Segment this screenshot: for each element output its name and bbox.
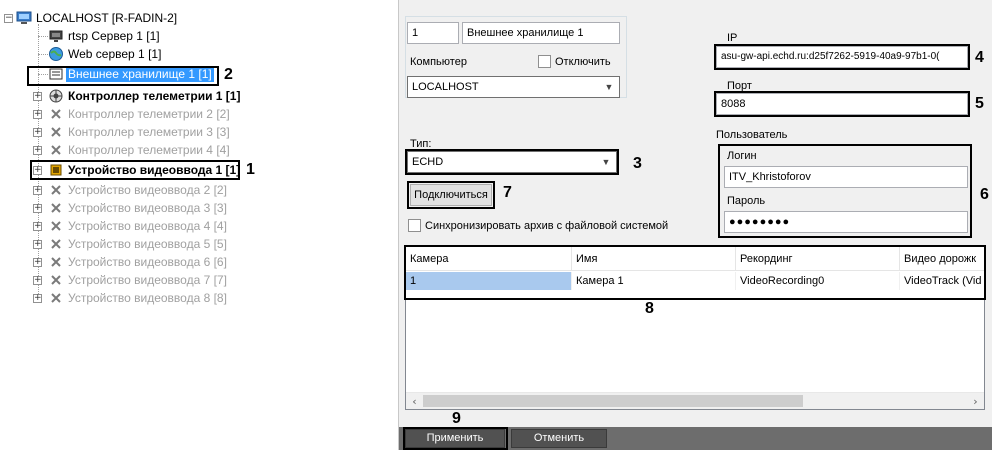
object-tree: − LOCALHOST [R-FADIN-2] rtsp Сервер 1 [1…: [0, 0, 398, 450]
object-name-field[interactable]: Внешнее хранилище 1: [462, 22, 620, 44]
cross-icon: [48, 200, 64, 216]
cross-icon: [48, 254, 64, 270]
tree-item-label: Устройство видеоввода 4 [4]: [68, 219, 227, 233]
expand-icon[interactable]: +: [33, 276, 42, 285]
globe-icon: [48, 46, 64, 62]
tree-item-label: Устройство видеоввода 2 [2]: [68, 183, 227, 197]
expand-icon[interactable]: +: [33, 240, 42, 249]
sync-archive-label: Синхронизировать архив с файловой систем…: [425, 220, 669, 232]
callout-box-6: [718, 144, 972, 238]
tree-item-label: Контроллер телеметрии 3 [3]: [68, 125, 230, 139]
cross-icon: [48, 272, 64, 288]
tree-line: [38, 36, 48, 37]
tree-item[interactable]: Устройство видеоввода 3 [3]: [48, 200, 229, 216]
tree-item-label: rtsp Сервер 1 [1]: [68, 29, 160, 43]
callout-box-8: [404, 245, 986, 300]
expand-icon[interactable]: +: [33, 128, 42, 137]
tree-line: [38, 54, 48, 55]
sync-archive-checkbox[interactable]: [408, 219, 421, 232]
computer-icon: [16, 10, 32, 26]
tree-item[interactable]: Устройство видеоввода 6 [6]: [48, 254, 229, 270]
tree-item[interactable]: Контроллер телеметрии 2 [2]: [48, 106, 232, 122]
tree-item[interactable]: rtsp Сервер 1 [1]: [48, 28, 162, 44]
callout-number-9: 9: [452, 410, 461, 427]
cancel-button[interactable]: Отменить: [511, 429, 607, 448]
callout-box-7: [407, 181, 495, 209]
callout-number-7: 7: [503, 184, 512, 201]
object-id-field[interactable]: 1: [407, 22, 459, 44]
cross-icon: [48, 106, 64, 122]
tree-item[interactable]: Устройство видеоввода 5 [5]: [48, 236, 229, 252]
computer-label: Компьютер: [410, 56, 467, 68]
tree-item[interactable]: Контроллер телеметрии 3 [3]: [48, 124, 232, 140]
callout-box-1: [30, 160, 240, 180]
computer-value: LOCALHOST: [412, 81, 479, 93]
callout-number-4: 4: [975, 49, 984, 66]
expand-icon[interactable]: +: [33, 258, 42, 267]
callout-box-4: [714, 44, 970, 70]
user-label: Пользователь: [716, 129, 788, 141]
callout-number-2: 2: [224, 66, 233, 83]
disable-label: Отключить: [555, 56, 611, 68]
tree-item[interactable]: Устройство видеоввода 4 [4]: [48, 218, 229, 234]
tree-item[interactable]: Web сервер 1 [1]: [48, 46, 163, 62]
tree-item[interactable]: Устройство видеоввода 8 [8]: [48, 290, 229, 306]
callout-box-5: [714, 91, 970, 117]
callout-box-9: [403, 427, 508, 450]
tree-item-label: Контроллер телеметрии 1 [1]: [68, 89, 241, 103]
ip-label: IP: [727, 32, 738, 44]
callout-number-6: 6: [980, 186, 989, 203]
cross-icon: [48, 218, 64, 234]
expand-icon[interactable]: +: [33, 92, 42, 101]
cross-icon: [48, 142, 64, 158]
tree-item-label: Контроллер телеметрии 4 [4]: [68, 143, 230, 157]
computer-combobox[interactable]: LOCALHOST ▼: [407, 76, 620, 98]
tree-item-label: Устройство видеоввода 8 [8]: [68, 291, 227, 305]
cross-icon: [48, 290, 64, 306]
tree-item-label: Устройство видеоввода 6 [6]: [68, 255, 227, 269]
tree-item-label: Контроллер телеметрии 2 [2]: [68, 107, 230, 121]
collapse-icon[interactable]: −: [4, 14, 13, 23]
callout-number-8: 8: [645, 300, 654, 317]
callout-number-5: 5: [975, 95, 984, 112]
tree-item-label: Устройство видеоввода 5 [5]: [68, 237, 227, 251]
expand-icon[interactable]: +: [33, 204, 42, 213]
tree-item-label: Устройство видеоввода 7 [7]: [68, 273, 227, 287]
tree-item[interactable]: Устройство видеоввода 2 [2]: [48, 182, 229, 198]
tree-item-label: Web сервер 1 [1]: [68, 47, 162, 61]
tree-item[interactable]: Контроллер телеметрии 1 [1]: [48, 88, 242, 104]
callout-number-3: 3: [633, 155, 642, 172]
expand-icon[interactable]: +: [33, 146, 42, 155]
expand-icon[interactable]: +: [33, 186, 42, 195]
callout-box-3: [405, 149, 619, 175]
tree-item[interactable]: Устройство видеоввода 7 [7]: [48, 272, 229, 288]
tree-root-label: LOCALHOST [R-FADIN-2]: [36, 11, 178, 25]
monitor-icon: [48, 28, 64, 44]
chevron-down-icon: ▼: [604, 82, 614, 92]
scroll-left-icon[interactable]: ‹: [406, 393, 423, 409]
scrollbar-thumb[interactable]: [423, 395, 803, 407]
cross-icon: [48, 182, 64, 198]
disable-checkbox[interactable]: [538, 55, 551, 68]
expand-icon[interactable]: +: [33, 222, 42, 231]
telemetry-icon: [48, 88, 64, 104]
expand-icon[interactable]: +: [33, 294, 42, 303]
tree-root[interactable]: LOCALHOST [R-FADIN-2]: [16, 10, 179, 26]
tree-item[interactable]: Контроллер телеметрии 4 [4]: [48, 142, 232, 158]
scroll-right-icon[interactable]: ›: [967, 393, 984, 409]
cross-icon: [48, 236, 64, 252]
cross-icon: [48, 124, 64, 140]
tree-item-label: Устройство видеоввода 3 [3]: [68, 201, 227, 215]
callout-number-1: 1: [246, 161, 255, 178]
horizontal-scrollbar[interactable]: ‹ ›: [406, 392, 984, 409]
expand-icon[interactable]: +: [33, 110, 42, 119]
callout-box-2: [27, 66, 219, 86]
